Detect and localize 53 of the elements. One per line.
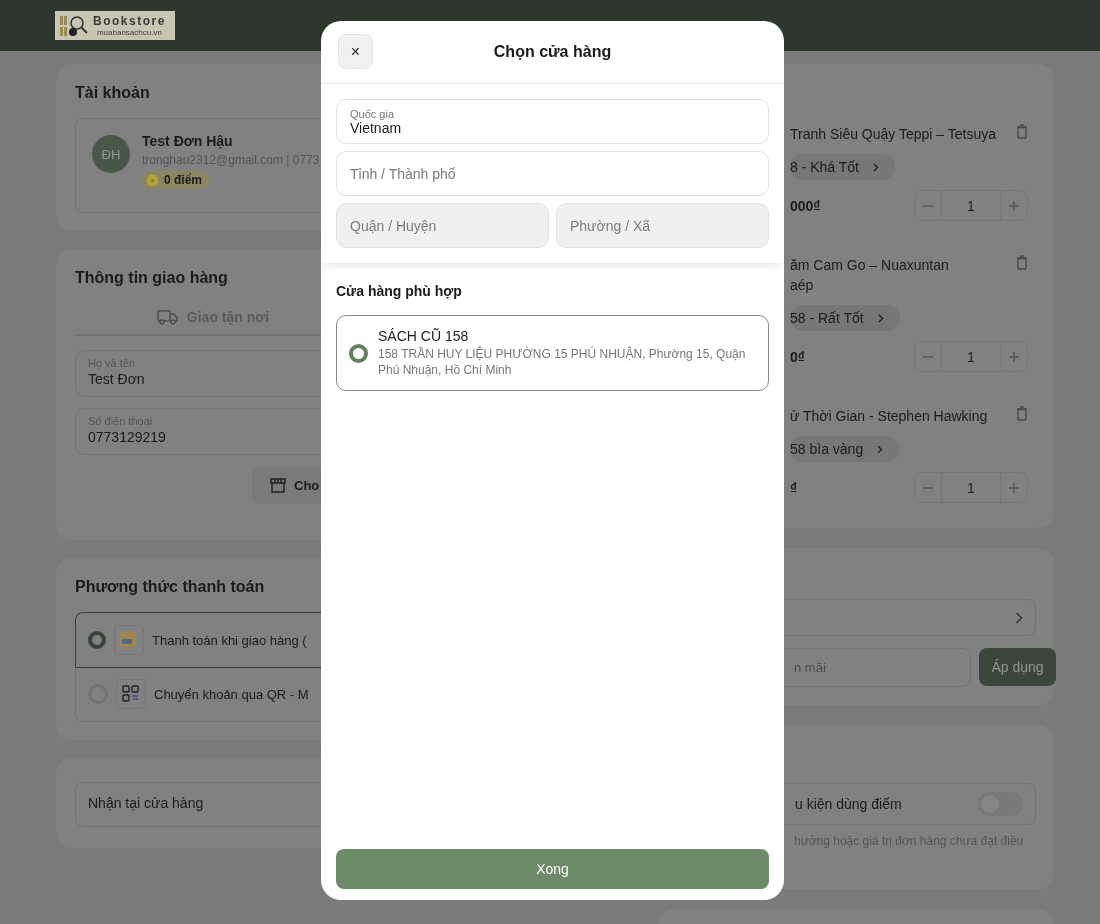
option-label: Chuyển khoản qua QR - M <box>154 686 309 702</box>
book-title: ử Thời Gian - Stephen Hawking <box>790 407 988 426</box>
plus-icon <box>1009 482 1019 493</box>
radio-button[interactable] <box>88 631 106 649</box>
store-name: SÁCH CŨ 158 <box>378 328 470 344</box>
logo-subtitle: muabansachcu.vn <box>96 28 162 37</box>
section-title: Tài khoản <box>75 84 151 102</box>
radio-button[interactable] <box>349 343 368 363</box>
plus-icon <box>1009 351 1019 362</box>
section-title: Phương thức thanh toán <box>75 578 266 596</box>
section-title: Thông tin giao hàng <box>75 269 229 287</box>
store-option[interactable]: SÁCH CŨ 158 158 TRẦN HUY LIỆU PHƯỜNG 15 PHÚ NHUẬN, Phường 15, Quận Phú Nhuận, Hồ Chí Minh <box>336 315 769 391</box>
points-badge: 0 điểm <box>142 171 210 189</box>
qr-code-icon <box>122 685 140 703</box>
section-title: Cửa hàng phù hợp <box>336 283 463 299</box>
quantity: 1 <box>941 473 1001 502</box>
variant-chip[interactable]: 58 bìa vàng <box>790 436 900 462</box>
price: 0₫ <box>790 348 805 365</box>
store-logo[interactable]: Bookstore muabansachcu.vn <box>55 11 175 40</box>
trash-icon[interactable] <box>1016 124 1028 139</box>
avatar: ĐH <box>92 135 130 173</box>
book-title: Tranh Siêu Quậy Teppi – Tetsuya <box>790 125 996 144</box>
apply-button[interactable]: Áp dụng <box>979 648 1056 686</box>
truck-icon <box>156 309 179 325</box>
quantity: 1 <box>941 342 1001 371</box>
quantity: 1 <box>941 191 1001 220</box>
trash-icon[interactable] <box>1016 255 1028 270</box>
price: ₫ <box>790 479 798 496</box>
trash-icon[interactable] <box>1016 406 1028 421</box>
select-field[interactable]: Tỉnh / Thành phố <box>336 151 769 196</box>
close-button[interactable]: × <box>338 34 373 69</box>
payment-option[interactable]: Chuyển khoản qua QR - M <box>76 667 624 721</box>
dialog-title: Chọn cửa hàng <box>493 43 612 61</box>
logo-title: Bookstore <box>93 14 166 28</box>
package-icon <box>119 631 139 649</box>
variant-chip[interactable]: 58 - Rất Tốt <box>790 305 900 331</box>
user-name: Test Đơn Hậu <box>142 133 234 149</box>
price: 000₫ <box>790 197 821 214</box>
coin-icon <box>146 173 159 187</box>
store-address: 158 TRẦN HUY LIỆU PHƯỜNG 15 PHÚ NHUẬN, Phường 15, Quận Phú Nhuận, Hồ Chí Minh <box>378 346 747 378</box>
points-label: u kiện dùng điểm <box>795 796 902 812</box>
store-icon <box>270 478 286 493</box>
variant-chip[interactable]: 8 - Khá Tốt <box>790 154 895 180</box>
select-field[interactable]: Quốc gia Vietnam <box>336 99 769 144</box>
book-title: ăm Cam Go – Nuaxuntan aép <box>790 256 949 295</box>
done-button[interactable]: Xong <box>336 849 769 889</box>
chevron-right-icon <box>877 313 884 323</box>
plus-icon <box>1009 200 1019 211</box>
chevron-right-icon <box>877 444 884 454</box>
option-label: Thanh toán khi giao hàng ( <box>152 632 307 648</box>
chevron-right-icon <box>1015 611 1023 624</box>
chevron-right-icon <box>873 162 879 172</box>
books-magnifier-icon <box>59 13 89 38</box>
